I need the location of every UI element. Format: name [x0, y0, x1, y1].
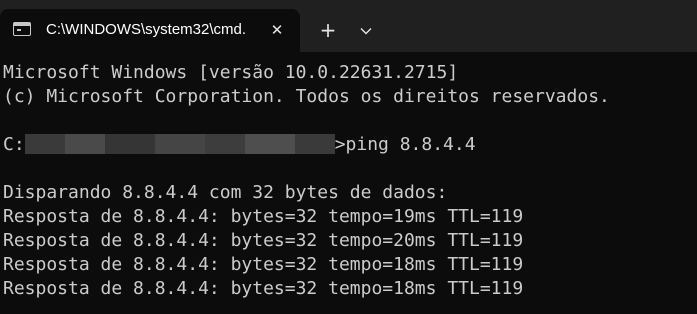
prompt-command: >ping 8.8.4.4	[334, 134, 476, 155]
tab-title: C:\WINDOWS\system32\cmd.	[46, 21, 247, 38]
ping-reply: Resposta de 8.8.4.4: bytes=32 tempo=18ms…	[3, 278, 524, 299]
copyright-line: (c) Microsoft Corporation. Todos os dire…	[3, 86, 610, 107]
redacted-path	[24, 134, 335, 154]
cmd-icon	[13, 22, 31, 36]
terminal-output[interactable]: Microsoft Windows [versão 10.0.22631.271…	[3, 61, 693, 301]
chevron-down-icon[interactable]	[355, 20, 377, 42]
terminal-window: C:\WINDOWS\system32\cmd. ✕ + Microsoft W…	[0, 0, 697, 314]
prompt-drive: C:	[3, 134, 25, 155]
ping-reply: Resposta de 8.8.4.4: bytes=32 tempo=18ms…	[3, 254, 524, 275]
tab-bar: C:\WINDOWS\system32\cmd. ✕ +	[0, 0, 697, 52]
tab-cmd[interactable]: C:\WINDOWS\system32\cmd. ✕	[0, 9, 300, 52]
header-line: Microsoft Windows [versão 10.0.22631.271…	[3, 62, 459, 83]
new-tab-button[interactable]: +	[316, 18, 340, 42]
ping-reply: Resposta de 8.8.4.4: bytes=32 tempo=19ms…	[3, 206, 524, 227]
close-icon[interactable]: ✕	[266, 20, 288, 40]
ping-header: Disparando 8.8.4.4 com 32 bytes de dados…	[3, 182, 448, 203]
prompt-line: C: >ping 8.8.4.4	[3, 133, 693, 157]
ping-reply: Resposta de 8.8.4.4: bytes=32 tempo=20ms…	[3, 230, 524, 251]
